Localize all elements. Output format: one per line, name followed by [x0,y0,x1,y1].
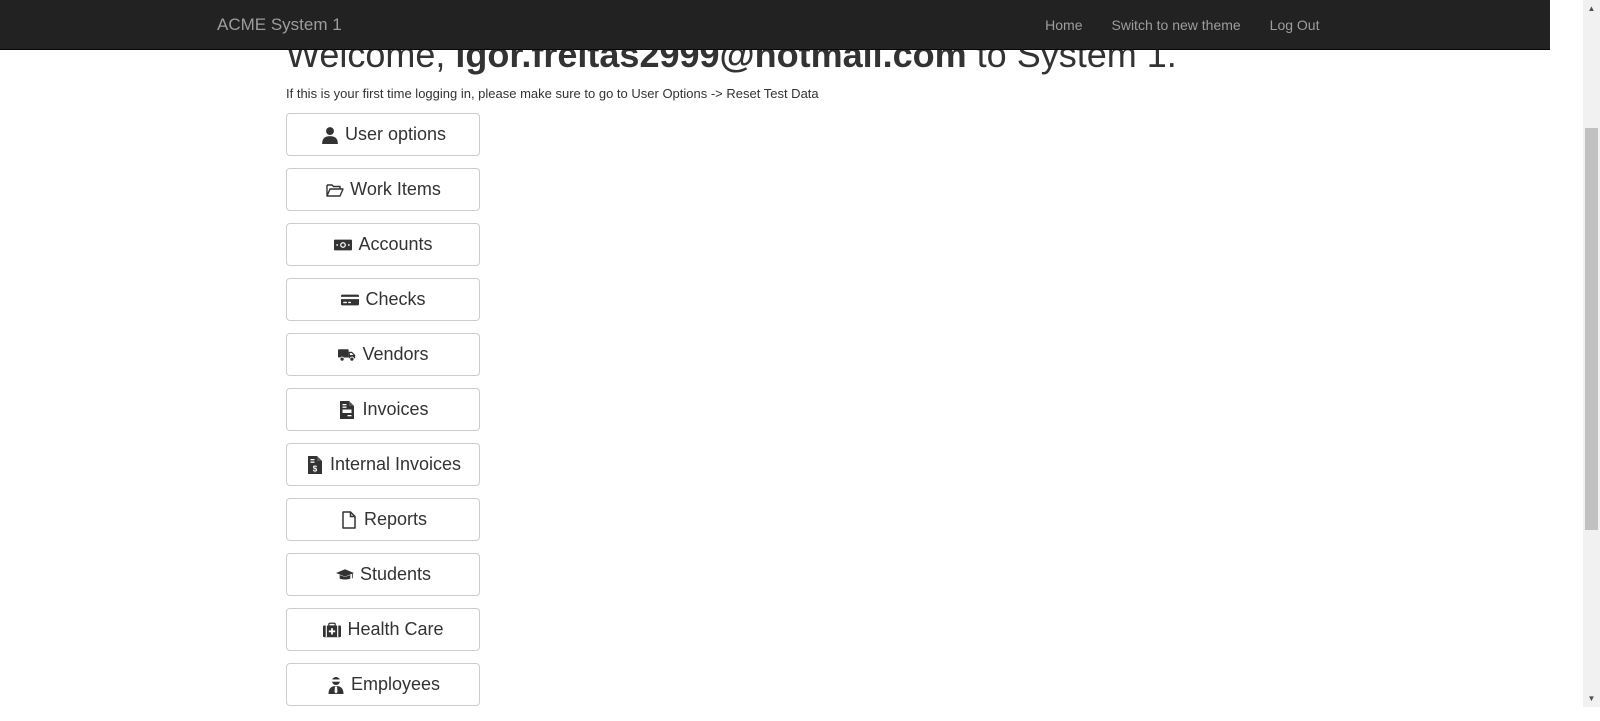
vertical-scrollbar[interactable]: ▲ ▼ [1583,0,1600,707]
employees-button[interactable]: Employees [286,663,480,706]
graduation-cap-icon [335,565,355,585]
file-icon [339,510,359,530]
health-care-button[interactable]: Health Care [286,608,480,651]
nav-links: Home Switch to new theme Log Out [1031,0,1334,50]
checks-button[interactable]: Checks [286,278,480,321]
internal-invoices-button[interactable]: $ Internal Invoices [286,443,480,486]
user-options-button[interactable]: User options [286,113,480,156]
user-icon [320,125,340,145]
scroll-thumb[interactable] [1585,128,1598,530]
top-navbar: ACME System 1 Home Switch to new theme L… [0,0,1550,50]
nav-home-link[interactable]: Home [1031,0,1097,50]
svg-text:$: $ [313,464,318,473]
scroll-up-arrow-icon[interactable]: ▲ [1583,0,1600,17]
nav-switch-theme-link[interactable]: Switch to new theme [1097,0,1255,50]
user-options-label: User options [344,124,447,144]
vendors-label: Vendors [362,344,429,364]
brand-link[interactable]: ACME System 1 [217,0,342,50]
scroll-down-arrow-icon[interactable]: ▼ [1583,690,1600,707]
first-login-notice: If this is your first time logging in, p… [286,86,819,101]
file-invoice-icon [337,400,357,420]
students-button[interactable]: Students [286,553,480,596]
bottom-edge [0,707,1600,721]
credit-card-icon [340,290,360,310]
health-care-label: Health Care [347,619,444,639]
truck-icon [337,345,357,365]
folder-open-icon [325,180,345,200]
accounts-button[interactable]: Accounts [286,223,480,266]
main-content: Welcome, igor.freitas2999@hotmail.com to… [286,30,1286,718]
medkit-icon [322,620,342,640]
reports-button[interactable]: Reports [286,498,480,541]
nav-logout-link[interactable]: Log Out [1255,0,1334,50]
user-tie-icon [326,675,346,695]
internal-invoices-label: Internal Invoices [329,454,462,474]
invoices-label: Invoices [362,399,429,419]
reports-label: Reports [363,509,428,529]
checks-label: Checks [365,289,426,309]
file-invoice-dollar-icon: $ [305,455,325,475]
employees-label: Employees [350,674,441,694]
work-items-button[interactable]: Work Items [286,168,480,211]
work-items-label: Work Items [350,179,441,199]
money-bill-icon [333,235,353,255]
students-label: Students [359,564,432,584]
invoices-button[interactable]: Invoices [286,388,480,431]
accounts-label: Accounts [358,234,433,254]
vendors-button[interactable]: Vendors [286,333,480,376]
page: ACME System 1 Home Switch to new theme L… [0,0,1600,721]
